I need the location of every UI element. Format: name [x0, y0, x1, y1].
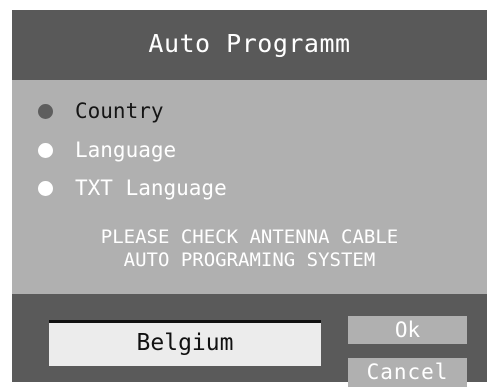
option-country-label: Country	[75, 99, 164, 123]
option-language-label: Language	[75, 138, 177, 162]
message-line-1: PLEASE CHECK ANTENNA CABLE	[100, 226, 399, 248]
title-bar: Auto Programm	[12, 10, 487, 80]
message-line-2: AUTO PROGRAMING SYSTEM	[123, 249, 376, 271]
option-txt-language[interactable]: TXT Language	[38, 174, 227, 202]
option-country[interactable]: Country	[38, 97, 164, 125]
radio-selected-icon	[38, 103, 53, 119]
settings-panel: Country Language TXT Language PLEASE CHE…	[12, 80, 487, 294]
auto-program-dialog: Auto Programm Country Language TXT Langu…	[12, 10, 487, 387]
dialog-title: Auto Programm	[148, 29, 351, 58]
radio-unselected-icon	[38, 180, 53, 196]
radio-unselected-icon	[38, 142, 53, 158]
dialog-footer: Belgium Ok Cancel	[12, 294, 487, 387]
ok-button[interactable]: Ok	[348, 316, 467, 344]
option-language[interactable]: Language	[38, 136, 176, 164]
country-value-field[interactable]: Belgium	[49, 320, 321, 366]
status-message: PLEASE CHECK ANTENNA CABLE AUTO PROGRAMI…	[12, 226, 487, 272]
option-txt-language-label: TXT Language	[75, 176, 227, 200]
